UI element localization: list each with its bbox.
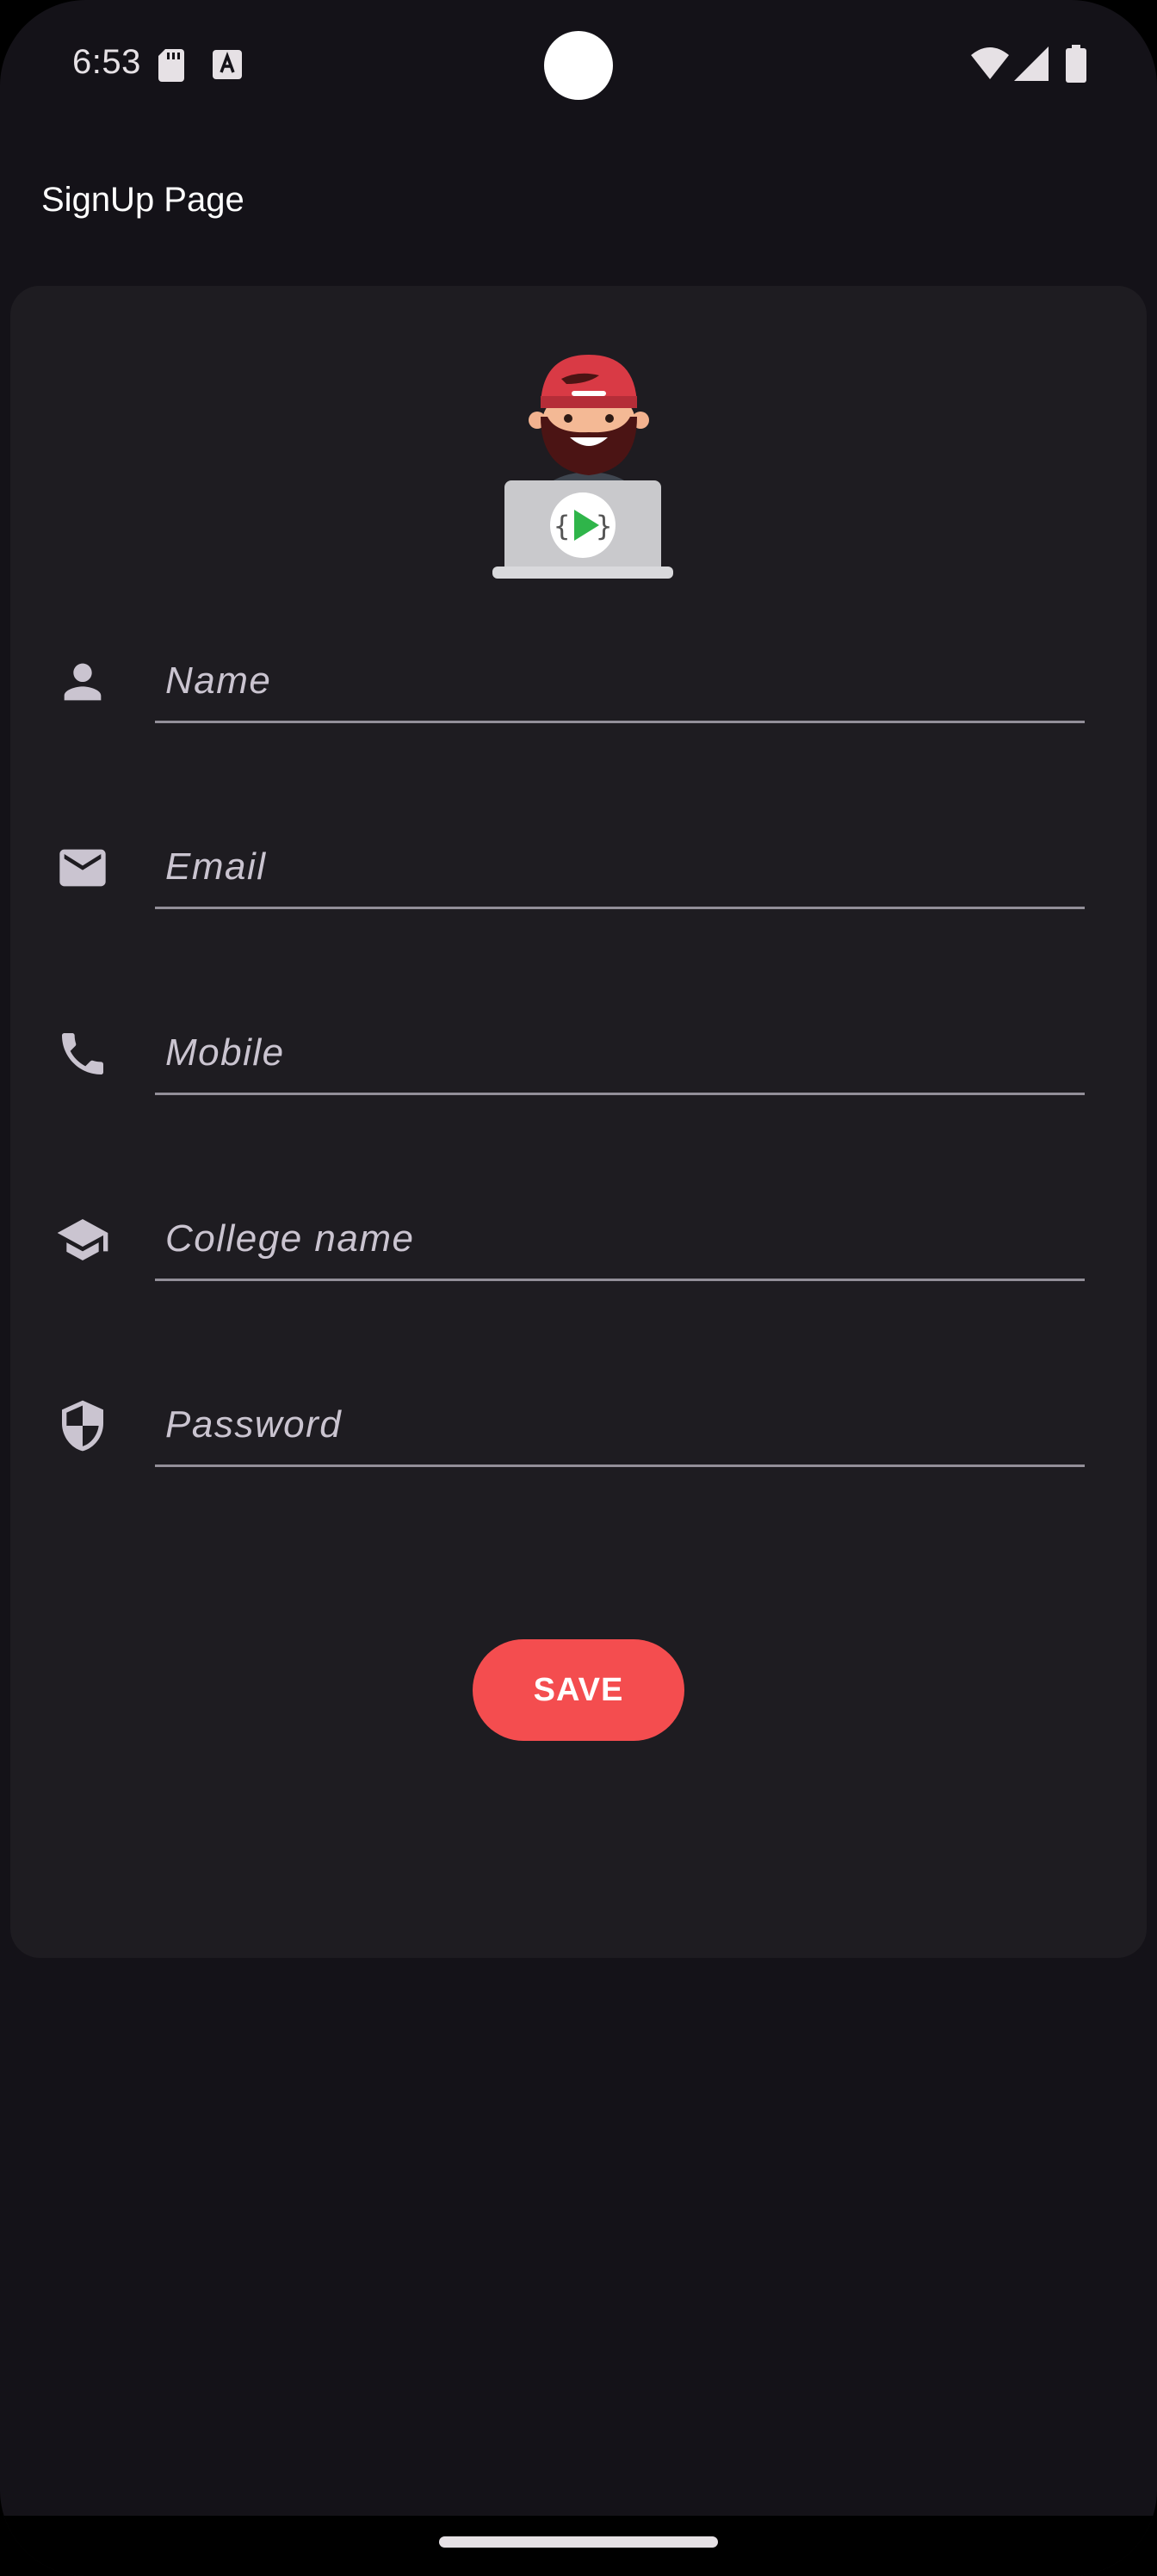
email-field-row	[10, 802, 1147, 988]
shield-icon	[62, 1400, 103, 1452]
save-button[interactable]: SAVE	[473, 1639, 684, 1741]
email-icon	[59, 849, 106, 887]
phone-icon	[62, 1033, 103, 1074]
name-field-row	[10, 616, 1147, 802]
battery-icon	[1066, 45, 1086, 83]
a-notification-icon	[213, 50, 242, 79]
camera-cutout	[544, 31, 613, 100]
mobile-field-row	[10, 988, 1147, 1174]
college-field-row	[10, 1174, 1147, 1360]
college-name-input[interactable]	[155, 1198, 1085, 1281]
status-time: 6:53	[72, 43, 141, 81]
page-title: SignUp Page	[41, 181, 244, 219]
email-input[interactable]	[155, 827, 1085, 909]
app-screen: 6:53 SignUp Page {} Name Email Mobile C…	[0, 0, 1157, 2576]
wifi-icon	[971, 47, 1009, 79]
school-icon	[57, 1219, 108, 1260]
svg-text:{: {	[554, 510, 570, 542]
signal-icon	[1014, 46, 1049, 81]
gesture-handle[interactable]	[439, 2536, 718, 2548]
person-icon	[64, 663, 102, 701]
signup-card: { } Name Email Mobile College name SAVE	[10, 286, 1147, 1958]
password-field-row	[10, 1360, 1147, 1546]
name-input[interactable]	[155, 641, 1085, 723]
status-bar: 6:53	[0, 0, 1157, 129]
mobile-input[interactable]	[155, 1012, 1085, 1095]
developer-avatar-icon: { }	[492, 355, 673, 579]
password-input[interactable]	[155, 1384, 1085, 1467]
sd-card-icon	[158, 49, 184, 82]
svg-text:}: }	[596, 510, 612, 542]
